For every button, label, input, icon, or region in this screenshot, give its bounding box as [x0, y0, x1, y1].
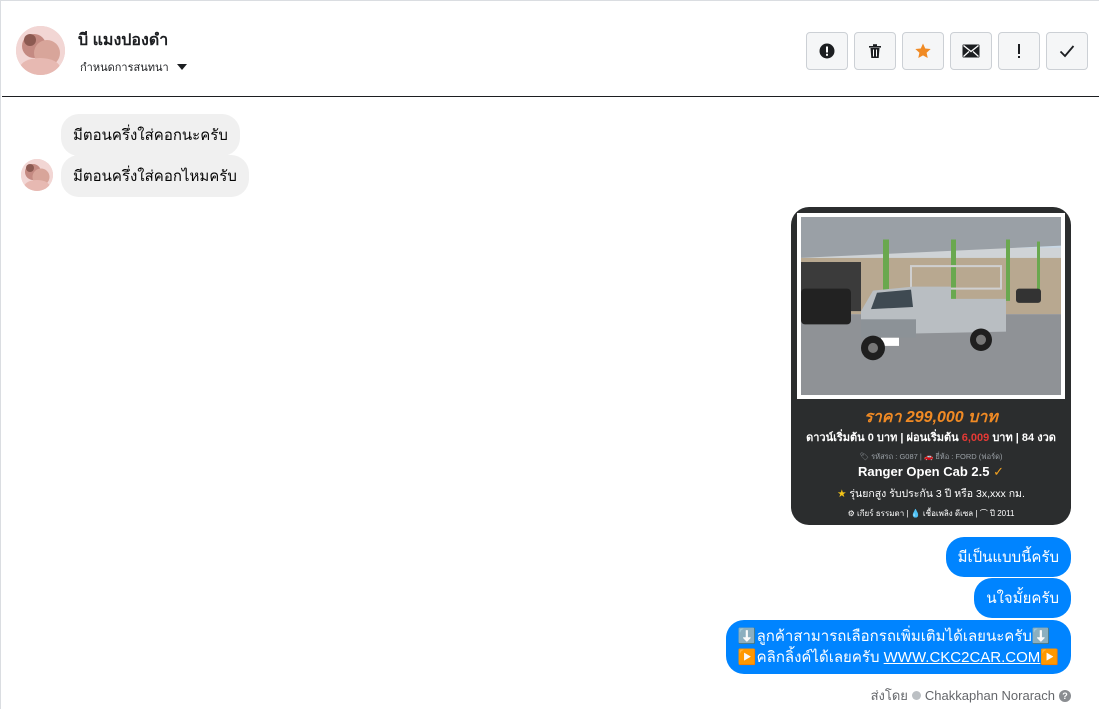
- promo-line-2: ▶️คลิกลิ้งค์ได้เลยครับ WWW.CKC2CAR.COM▶️: [738, 647, 1059, 668]
- down-payment-info: ดาวน์เริ่มต้น 0 บาท | ผ่อนเริ่มต้น 6,009…: [791, 428, 1071, 446]
- mark-unread-button[interactable]: [950, 32, 992, 70]
- verified-check-icon: ✓: [993, 464, 1004, 479]
- assign-label: กำหนดการสนทนา: [80, 62, 169, 74]
- vehicle-promo: ★ รุ่นยกสูง รับประกัน 3 ปี หรือ 3x,xxx ก…: [791, 485, 1071, 502]
- star-icon: [915, 43, 931, 59]
- sent-by-row: ส่งโดย Chakkaphan Norarach ?: [871, 685, 1071, 706]
- installment-terms: บาท | 84 งวด: [989, 432, 1056, 444]
- down-payment-text: ดาวน์เริ่มต้น 0 บาท | ผ่อนเริ่มต้น: [806, 432, 962, 444]
- vehicle-model: Ranger Open Cab 2.5 ✓: [791, 464, 1071, 480]
- vehicle-meta: 🏷 รหัสรถ : G087 | 🚗 ยี่ห้อ : FORD (ฟอร์ด…: [859, 452, 1003, 461]
- outgoing-message[interactable]: มีเป็นแบบนี้ครับ: [945, 537, 1071, 577]
- star-icon: ★: [837, 488, 847, 500]
- chevron-down-icon: [176, 64, 187, 70]
- promo-text: รุ่นยกสูง รับประกัน 3 ปี หรือ 3x,xxx กม.: [849, 488, 1025, 500]
- contact-avatar-small[interactable]: [21, 159, 53, 191]
- price-label: ราคา 299,000 บาท: [864, 409, 998, 426]
- exclamation-icon: [1018, 44, 1020, 58]
- installment-amount: 6,009: [961, 432, 990, 444]
- assign-conversation-dropdown[interactable]: กำหนดการสนทนา: [80, 58, 187, 76]
- contact-name[interactable]: บี แมงปองดำ: [78, 28, 168, 53]
- website-link[interactable]: WWW.CKC2CAR.COM: [884, 649, 1041, 666]
- mark-done-button[interactable]: [1046, 32, 1088, 70]
- vehicle-photo: [797, 213, 1065, 399]
- alert-circle-icon: [819, 43, 835, 59]
- incoming-message[interactable]: มีตอนครึ่งใส่คอกไหมครับ: [61, 155, 249, 197]
- conversation-panel: บี แมงปองดำ กำหนดการสนทนา มีตอนครึ่งใส่ค…: [0, 0, 1099, 709]
- play-emoji: ▶️: [1040, 649, 1059, 666]
- product-card-image[interactable]: ราคา 299,000 บาท ดาวน์เริ่มต้น 0 บาท | ผ…: [791, 207, 1071, 525]
- report-button[interactable]: [806, 32, 848, 70]
- sender-name: Chakkaphan Norarach: [924, 688, 1055, 703]
- vehicle-specs: ⚙ เกียร์ ธรรมดา | 💧 เชื้อเพลิง ดีเซล | ⌒…: [847, 509, 1015, 518]
- flag-important-button[interactable]: [998, 32, 1040, 70]
- star-button[interactable]: [902, 32, 944, 70]
- incoming-message[interactable]: มีตอนครึ่งใส่คอกนะครับ: [61, 114, 240, 156]
- help-icon[interactable]: ?: [1059, 689, 1071, 702]
- header-actions: [806, 32, 1088, 70]
- checkmark-icon: [1059, 45, 1075, 58]
- contact-avatar[interactable]: [16, 26, 65, 75]
- promo-line-1: ⬇️ลูกค้าสามารถเลือกรถเพิ่มเติมได้เลยนะคร…: [737, 628, 1051, 645]
- outgoing-message[interactable]: นใจมั้ยครับ: [974, 578, 1071, 618]
- sender-badge-icon: [911, 691, 921, 700]
- conversation-header: บี แมงปองดำ กำหนดการสนทนา: [2, 2, 1099, 97]
- outgoing-message-promo[interactable]: ⬇️ลูกค้าสามารถเลือกรถเพิ่มเติมได้เลยนะคร…: [725, 620, 1071, 674]
- model-name: Ranger Open Cab 2.5: [857, 464, 990, 479]
- envelope-icon: [962, 44, 980, 58]
- delete-button[interactable]: [854, 32, 896, 70]
- sent-by-label: ส่งโดย: [870, 688, 908, 703]
- promo-line-2-text: ▶️คลิกลิ้งค์ได้เลยครับ: [737, 649, 884, 666]
- trash-icon: [869, 44, 881, 58]
